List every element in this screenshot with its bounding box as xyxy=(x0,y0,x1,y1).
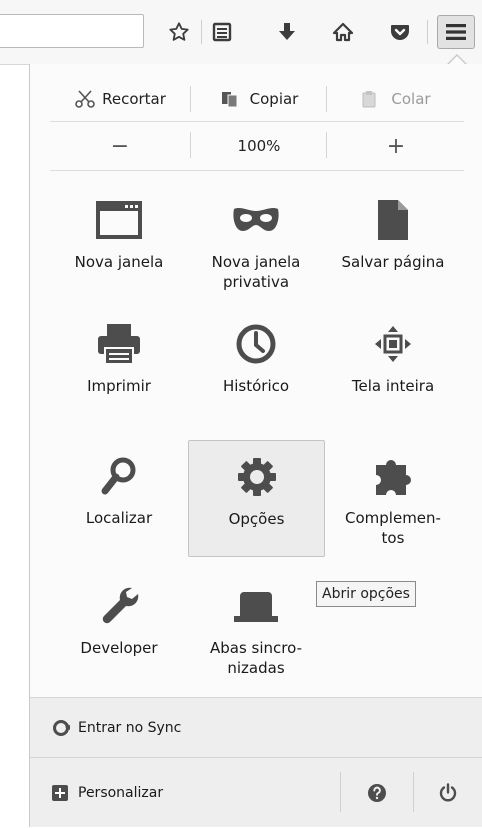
hamburger-menu-icon xyxy=(446,24,466,40)
home-icon xyxy=(332,22,354,42)
zoom-out-label: − xyxy=(110,133,130,159)
zoom-separator xyxy=(326,132,327,158)
bookmark-star-icon xyxy=(169,22,189,41)
developer-label: Developer xyxy=(80,639,158,657)
page-icon xyxy=(378,200,408,240)
history-button[interactable]: Histórico xyxy=(188,308,324,426)
history-label: Histórico xyxy=(222,377,290,395)
options-label: Opções xyxy=(228,510,285,528)
developer-button[interactable]: Developer xyxy=(51,570,187,688)
save-page-label: Salvar página xyxy=(341,253,445,271)
edit-separator xyxy=(326,86,327,112)
copy-icon xyxy=(221,92,238,108)
cut-button[interactable]: Recortar xyxy=(50,82,190,116)
url-bar[interactable] xyxy=(0,14,144,48)
paste-label: Colar xyxy=(391,90,431,108)
divider xyxy=(50,170,464,171)
fullscreen-button[interactable]: Tela inteira xyxy=(325,308,461,426)
fullscreen-label: Tela inteira xyxy=(351,377,435,395)
window-icon xyxy=(96,201,142,239)
zoom-in-label: + xyxy=(386,133,406,159)
downloads-button[interactable] xyxy=(270,16,304,48)
print-label: Imprimir xyxy=(87,377,151,395)
print-button[interactable]: Imprimir xyxy=(51,308,187,426)
customize-button[interactable]: Personalizar xyxy=(30,758,340,828)
downloads-icon xyxy=(279,23,295,40)
zoom-level: 100% xyxy=(237,137,281,155)
options-button[interactable]: Opções xyxy=(188,440,325,557)
zoom-separator xyxy=(190,132,191,158)
copy-label: Copiar xyxy=(249,90,299,108)
pocket-button[interactable] xyxy=(383,16,417,48)
addons-label: Complemen- tos xyxy=(345,509,441,547)
plus-box-icon xyxy=(52,785,68,801)
help-icon xyxy=(368,784,386,802)
find-label: Localizar xyxy=(85,509,153,527)
scissors-icon xyxy=(75,90,95,108)
clock-icon xyxy=(236,324,276,364)
puzzle-icon xyxy=(376,460,411,495)
sync-icon xyxy=(53,719,70,736)
printer-icon xyxy=(98,324,140,365)
copy-button[interactable]: Copiar xyxy=(192,82,326,116)
mask-icon xyxy=(233,208,279,231)
pocket-icon xyxy=(391,25,409,40)
browser-toolbar xyxy=(0,0,482,65)
toolbar-separator xyxy=(201,20,202,44)
fullscreen-icon xyxy=(375,326,411,362)
home-button[interactable] xyxy=(326,16,360,48)
edit-separator xyxy=(190,86,191,112)
synced-tabs-label: Abas sincro- nizadas xyxy=(210,639,302,677)
options-tooltip: Abrir opções xyxy=(316,581,416,607)
new-private-window-button[interactable]: Nova janela privativa xyxy=(188,184,324,302)
gear-icon xyxy=(237,458,276,496)
save-page-button[interactable]: Salvar página xyxy=(325,184,461,302)
new-window-button[interactable]: Nova janela xyxy=(51,184,187,302)
addons-button[interactable]: Complemen- tos xyxy=(325,440,461,558)
toolbar-separator xyxy=(427,20,428,44)
synced-tabs-button[interactable]: Abas sincro- nizadas xyxy=(188,570,324,688)
sync-label: Entrar no Sync xyxy=(78,719,182,736)
help-button[interactable] xyxy=(341,758,413,828)
zoom-out-button[interactable]: − xyxy=(50,128,190,164)
bookmarks-list-icon xyxy=(212,22,232,42)
bookmark-star-button[interactable] xyxy=(162,16,196,48)
new-window-label: Nova janela xyxy=(74,253,164,271)
new-private-window-label: Nova janela privativa xyxy=(211,253,301,291)
sync-row[interactable]: Entrar no Sync xyxy=(30,697,482,757)
divider xyxy=(50,121,464,122)
bookmarks-list-button[interactable] xyxy=(205,16,239,48)
synced-tabs-icon xyxy=(234,592,278,622)
zoom-in-button[interactable]: + xyxy=(328,128,464,164)
clipboard-icon xyxy=(362,91,376,108)
magnifier-icon xyxy=(101,457,136,495)
wrench-icon xyxy=(102,587,139,624)
open-menu-button[interactable] xyxy=(437,15,475,49)
panel-arrow-inner xyxy=(448,56,466,65)
power-icon xyxy=(439,783,457,802)
cut-label: Recortar xyxy=(102,90,166,108)
customize-row: Personalizar xyxy=(30,757,482,827)
paste-button[interactable]: Colar xyxy=(328,82,464,116)
find-button[interactable]: Localizar xyxy=(51,440,187,558)
customize-label: Personalizar xyxy=(78,785,164,801)
quit-button[interactable] xyxy=(414,758,482,828)
zoom-reset-button[interactable]: 100% xyxy=(192,128,326,164)
